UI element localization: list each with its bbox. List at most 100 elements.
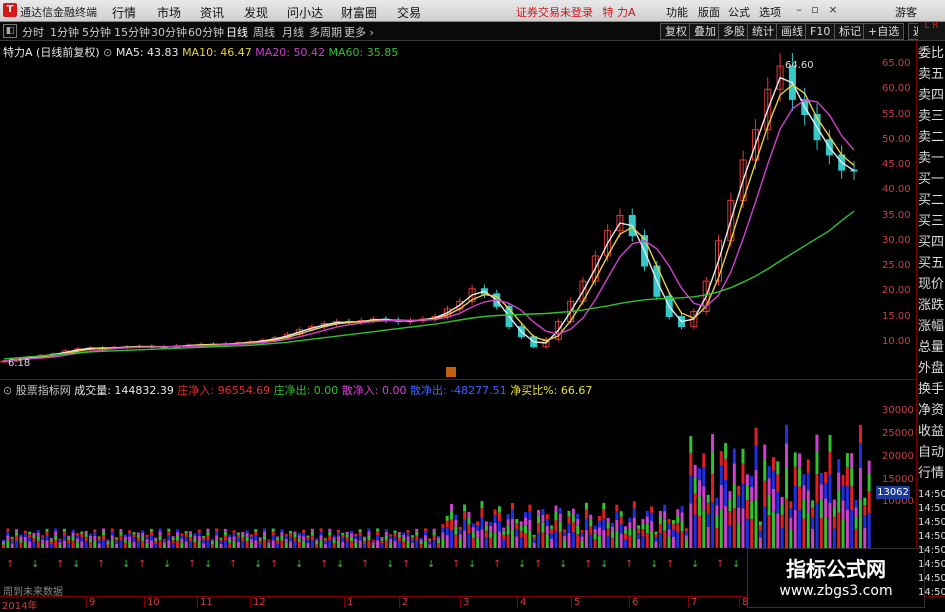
volume-bar-segment <box>658 510 662 517</box>
volume-bar-segment <box>232 540 236 548</box>
volume-bar-segment <box>106 540 110 543</box>
period-30min[interactable]: 30分钟 <box>151 24 187 40</box>
volume-bar-segment <box>493 532 497 548</box>
signal-arrow: ↓ <box>336 559 344 570</box>
volume-bar-segment <box>515 536 519 548</box>
sidebar-tab[interactable]: 换手 <box>918 380 945 400</box>
volume-bar-segment <box>128 530 132 534</box>
period-5min[interactable]: 5分钟 <box>82 24 111 40</box>
month-label: 12 <box>250 597 266 608</box>
sidebar-tab[interactable]: 总量 <box>918 338 945 358</box>
panel-toggle-icon[interactable]: ◧ <box>3 24 17 38</box>
volume-bar-segment <box>563 540 567 548</box>
period-15min[interactable]: 15分钟 <box>114 24 150 40</box>
sidebar-tab[interactable]: 净资 <box>918 401 945 421</box>
menu-wealth[interactable]: 财富圈 <box>341 4 377 21</box>
volume-bar-segment <box>476 525 480 531</box>
volume-bar-segment <box>732 483 736 509</box>
multi-stock-button[interactable]: 多股 <box>718 23 750 40</box>
volume-chart[interactable] <box>0 381 876 556</box>
close-icon[interactable]: × <box>826 3 840 16</box>
sidebar-tab[interactable]: 卖一 <box>918 149 945 169</box>
volume-bar-segment <box>867 491 871 514</box>
volume-bar-segment <box>467 524 471 534</box>
volume-bar-segment <box>350 533 353 537</box>
volume-bar-segment <box>611 526 614 532</box>
add-watchlist-button[interactable]: +自选 <box>863 23 905 40</box>
mark-button[interactable]: 标记 <box>834 23 866 40</box>
menu-discover[interactable]: 发现 <box>244 4 268 21</box>
volume-bar-segment <box>811 517 815 529</box>
volume-bar-segment <box>789 517 793 530</box>
volume-bar-segment <box>528 519 532 531</box>
sidebar-tab[interactable]: 涨幅 <box>918 317 945 337</box>
volume-bar-segment <box>75 542 79 548</box>
volume-bar-segment <box>454 526 458 535</box>
maximize-icon[interactable]: ▫ <box>808 3 822 16</box>
volume-bar-segment <box>6 535 10 541</box>
sidebar-tab[interactable]: 买五 <box>918 254 945 274</box>
statistics-button[interactable]: 统计 <box>747 23 779 40</box>
menu-layout[interactable]: 版面 <box>698 4 720 20</box>
volume-bar-segment <box>210 544 214 548</box>
volume-bar-segment <box>215 531 219 536</box>
period-multi[interactable]: 多周期 <box>309 24 342 40</box>
volume-bar-segment <box>341 535 345 539</box>
price-chart[interactable] <box>0 41 876 379</box>
period-timeshare[interactable]: 分时 <box>22 24 44 40</box>
volume-bar-segment <box>302 540 306 548</box>
volume-bar-segment <box>689 503 693 548</box>
menu-quotes[interactable]: 行情 <box>112 4 136 21</box>
period-weekly[interactable]: 周线 <box>253 24 275 40</box>
menu-functions[interactable]: 功能 <box>666 4 688 20</box>
guest-user[interactable]: 游客 <box>895 4 917 20</box>
sidebar-tab[interactable]: 委比 <box>918 44 945 64</box>
sidebar-tab[interactable]: 自动 <box>918 443 945 463</box>
menu-news[interactable]: 资讯 <box>200 4 224 21</box>
sidebar-tab[interactable]: 收益 <box>918 422 945 442</box>
period-monthly[interactable]: 月线 <box>282 24 304 40</box>
draw-line-button[interactable]: 画线 <box>776 23 808 40</box>
sidebar-tab[interactable]: 买三 <box>918 212 945 232</box>
volume-bar-segment <box>363 538 367 541</box>
menu-options[interactable]: 选项 <box>759 4 781 20</box>
volume-bar-segment <box>845 453 849 468</box>
f10-button[interactable]: F10 <box>805 23 836 40</box>
volume-bar-segment <box>515 518 519 524</box>
overlay-button[interactable]: 叠加 <box>689 23 721 40</box>
sidebar-tab[interactable]: 行情 <box>918 464 945 484</box>
sidebar-tab[interactable]: 卖四 <box>918 86 945 106</box>
sidebar-tab[interactable]: 外盘 <box>918 359 945 379</box>
sidebar-tab[interactable]: 买二 <box>918 191 945 211</box>
sidebar-tab[interactable]: 卖二 <box>918 128 945 148</box>
volume-bar-segment <box>45 528 49 532</box>
volume-bar-segment <box>315 539 319 542</box>
menu-market[interactable]: 市场 <box>157 4 181 21</box>
volume-bar-segment <box>502 534 506 540</box>
period-daily[interactable]: 日线 <box>226 24 248 40</box>
volume-bar-segment <box>141 540 145 548</box>
volume-bar-segment <box>637 525 641 529</box>
volume-bar-segment <box>89 538 92 543</box>
sidebar-tab[interactable]: 买四 <box>918 233 945 253</box>
menu-formula[interactable]: 公式 <box>728 4 750 20</box>
sidebar-tab[interactable]: 卖三 <box>918 107 945 127</box>
sidebar-tab[interactable]: 现价 <box>918 275 945 295</box>
volume-bar-segment <box>445 520 449 528</box>
volume-bar-segment <box>728 499 732 512</box>
period-1min[interactable]: 1分钟 <box>50 24 79 40</box>
sidebar-tab[interactable]: 涨跌 <box>918 296 945 316</box>
sidebar-tab[interactable]: 卖五 <box>918 65 945 85</box>
minimize-icon[interactable]: – <box>792 3 806 16</box>
volume-bar-segment <box>545 514 549 520</box>
volume-bar-segment <box>502 539 506 548</box>
event-marker-icon[interactable] <box>446 367 456 377</box>
menu-ask[interactable]: 问小达 <box>287 4 323 21</box>
adjust-button[interactable]: 复权 <box>660 23 692 40</box>
menu-trade[interactable]: 交易 <box>397 4 421 21</box>
volume-bar-segment <box>80 533 84 538</box>
period-60min[interactable]: 60分钟 <box>188 24 224 40</box>
period-more[interactable]: 更多 › <box>344 24 374 40</box>
volume-bar-segment <box>471 523 475 528</box>
sidebar-tab[interactable]: 买一 <box>918 170 945 190</box>
